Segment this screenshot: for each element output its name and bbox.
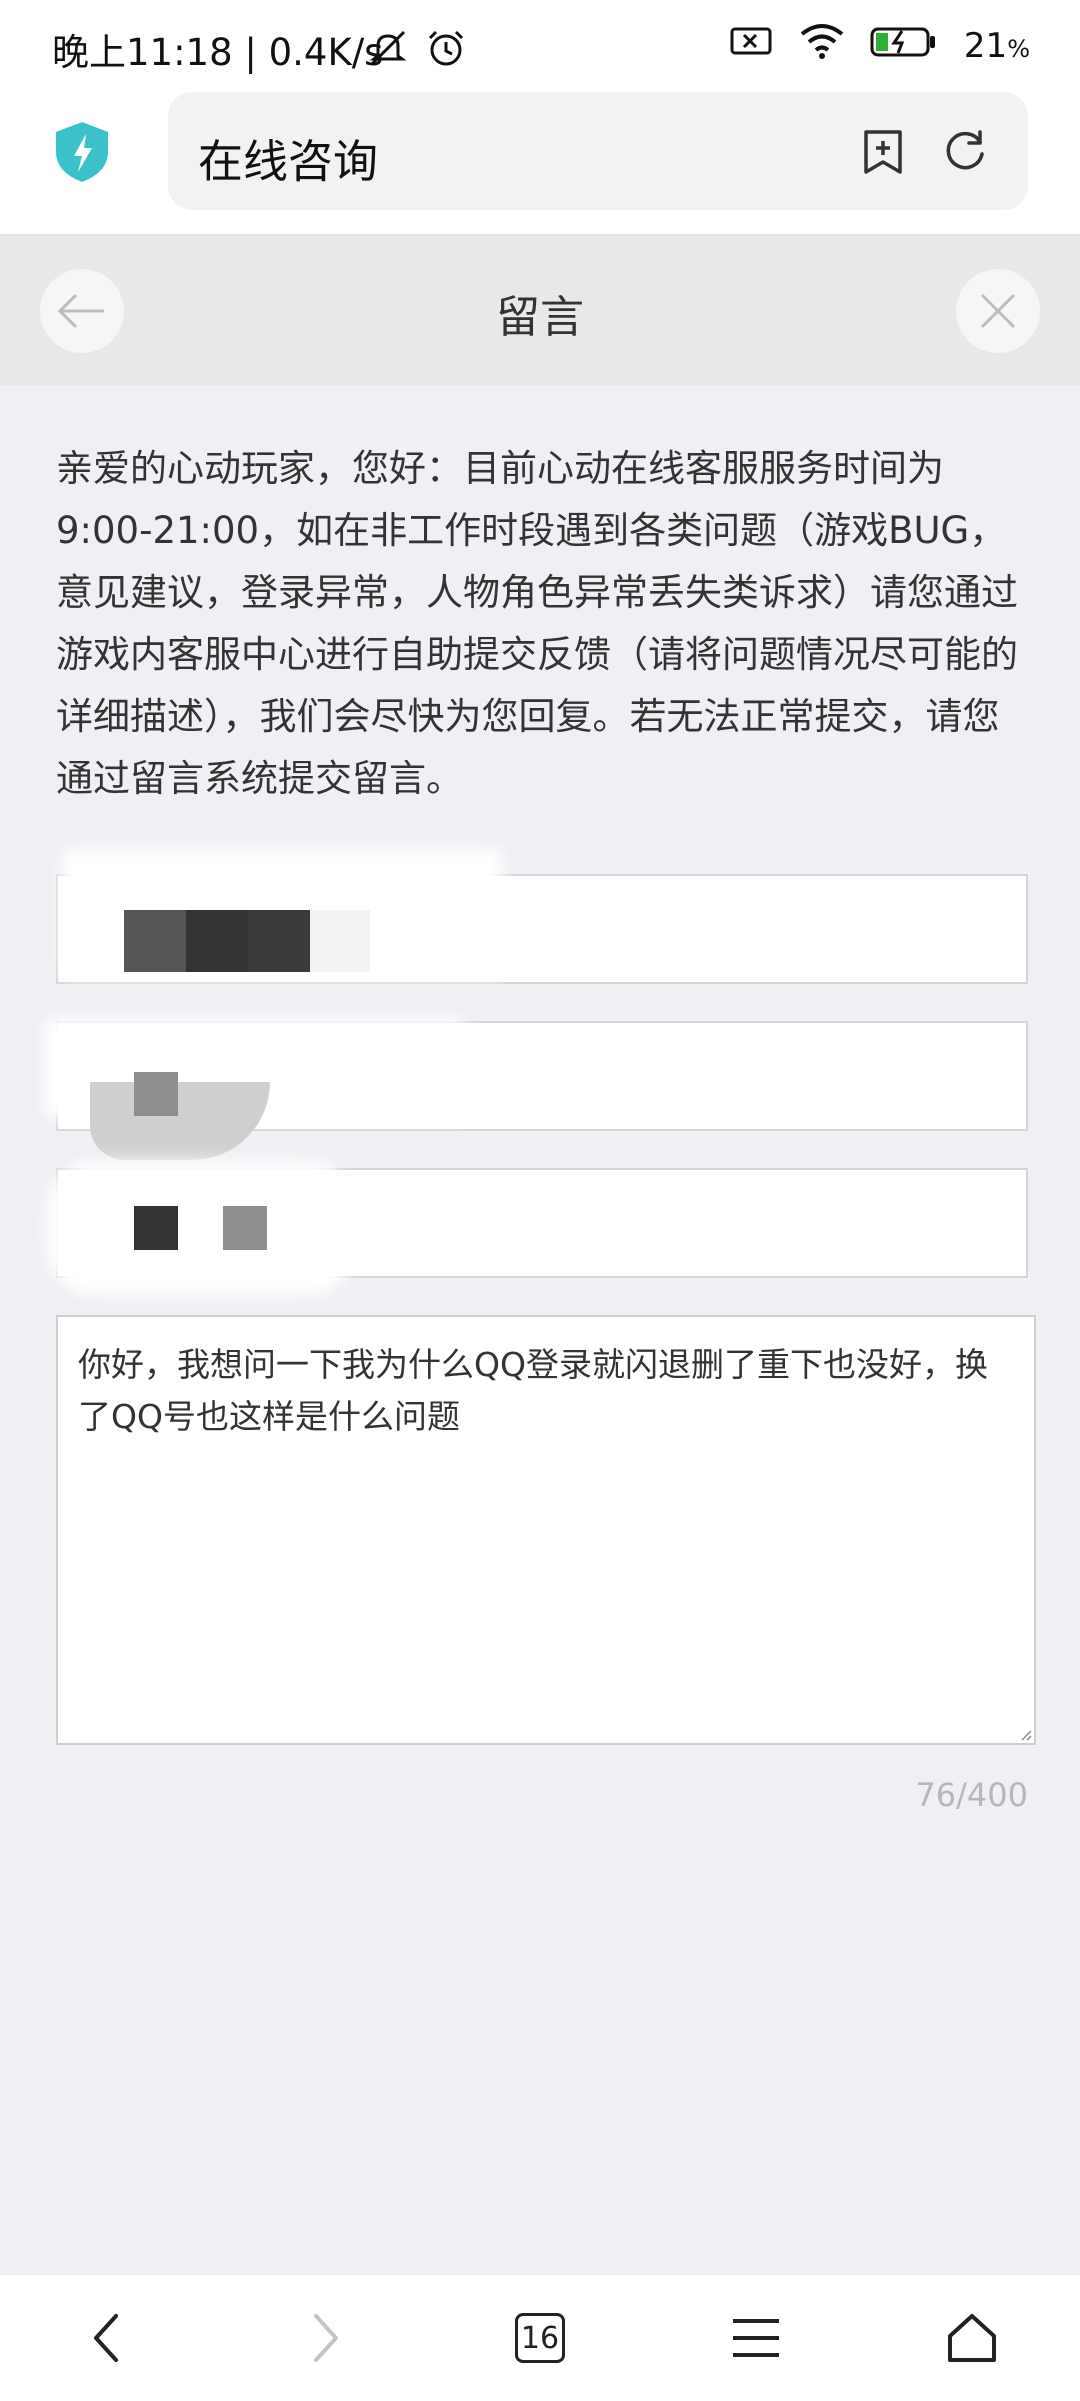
address-bar-title[interactable]: 在线咨询 xyxy=(198,125,378,190)
redacted-pixel xyxy=(248,910,310,972)
redacted-pixel xyxy=(124,910,186,972)
redacted-pixel xyxy=(223,1206,267,1250)
chevron-left-icon xyxy=(94,2314,118,2362)
home-button[interactable] xyxy=(932,2303,1012,2373)
add-bookmark-icon[interactable] xyxy=(858,126,908,176)
no-sim-icon xyxy=(730,23,774,68)
address-bar[interactable]: 在线咨询 xyxy=(168,92,1028,210)
message-textarea[interactable]: 你好，我想问一下我为什么QQ登录就闪退删了重下也没好，换了QQ号也这样是什么问题 xyxy=(56,1315,1036,1745)
redaction-smudge xyxy=(90,1082,270,1160)
browser-toolbar: 在线咨询 xyxy=(0,92,1080,235)
tabs-button[interactable]: 16 xyxy=(500,2303,580,2373)
redacted-pixel xyxy=(134,1206,178,1250)
battery-icon xyxy=(870,23,940,68)
close-icon xyxy=(980,293,1016,329)
status-bar: 晚上11:18 | 0.4K/s 21% xyxy=(0,0,1080,92)
message-text: 你好，我想问一下我为什么QQ登录就闪退删了重下也没好，换了QQ号也这样是什么问题 xyxy=(78,1345,988,1436)
page-header: 留言 xyxy=(0,235,1080,385)
page-title: 留言 xyxy=(496,292,584,343)
close-button[interactable] xyxy=(956,269,1040,353)
security-shield-icon[interactable] xyxy=(52,120,112,184)
chevron-right-icon xyxy=(314,2314,338,2362)
redacted-pixel xyxy=(186,910,248,972)
redacted-pixel xyxy=(310,910,370,972)
redacted-pixel xyxy=(134,1072,178,1116)
bottom-navigation: 16 xyxy=(0,2274,1080,2401)
status-right: 21% xyxy=(730,22,1030,69)
home-icon xyxy=(948,2314,996,2362)
nav-back-button[interactable] xyxy=(66,2303,146,2373)
character-counter: 76/400 xyxy=(915,1776,1028,1814)
service-notice: 亲爱的心动玩家，您好：目前心动在线客服服务时间为9:00-21:00，如在非工作… xyxy=(56,447,1018,800)
nav-forward-button[interactable] xyxy=(286,2303,366,2373)
menu-button[interactable] xyxy=(716,2303,796,2373)
mute-icon xyxy=(366,26,410,74)
tab-count: 16 xyxy=(515,2313,565,2363)
battery-unit: % xyxy=(1007,34,1030,63)
alarm-icon xyxy=(424,26,468,74)
battery-percent: 21% xyxy=(963,25,1030,66)
wifi-icon xyxy=(798,22,846,69)
menu-icon xyxy=(733,2319,779,2357)
redaction-overlay xyxy=(46,1160,356,1296)
refresh-icon[interactable] xyxy=(940,126,990,176)
resize-handle-icon[interactable] xyxy=(1020,1729,1032,1741)
status-time: 晚上11:18 | 0.4K/s xyxy=(52,31,384,74)
